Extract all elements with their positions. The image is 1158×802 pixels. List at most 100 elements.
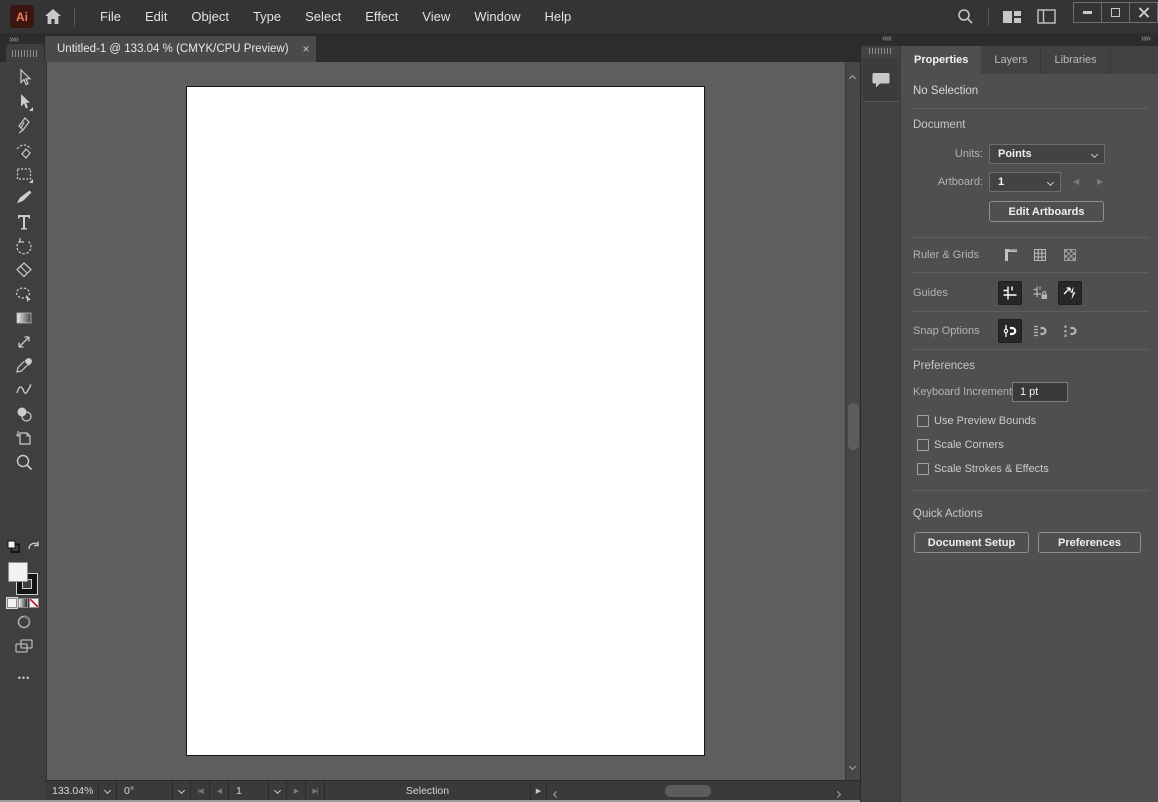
none-button[interactable] <box>29 598 39 608</box>
menu-view[interactable]: View <box>410 0 462 33</box>
rotation-dropdown-icon[interactable] <box>173 781 191 800</box>
snap-to-point-button[interactable] <box>1058 319 1082 343</box>
selection-tool[interactable] <box>12 68 36 88</box>
fill-swatch[interactable] <box>8 562 28 582</box>
first-artboard-button[interactable]: |◀ <box>191 781 210 800</box>
smart-guides-button[interactable] <box>1058 281 1082 305</box>
rotation-field[interactable]: 0° <box>117 781 173 800</box>
edit-artboards-button[interactable]: Edit Artboards <box>989 201 1104 222</box>
menu-window[interactable]: Window <box>462 0 532 33</box>
scroll-up-icon[interactable] <box>848 68 857 86</box>
artboard-number-field[interactable]: 1 <box>229 781 269 800</box>
zoom-tool[interactable] <box>12 452 36 472</box>
collapse-dock-icon[interactable]: «« <box>882 33 892 44</box>
menu-edit[interactable]: Edit <box>133 0 179 33</box>
paintbrush-tool[interactable] <box>12 188 36 208</box>
menu-file[interactable]: File <box>88 0 133 33</box>
scroll-down-icon[interactable] <box>848 756 857 774</box>
keyboard-increment-label: Keyboard Increment: <box>913 386 1016 398</box>
swap-fill-stroke-icon[interactable] <box>27 540 40 552</box>
snap-to-glyph-button[interactable] <box>1028 319 1052 343</box>
free-transform-tool[interactable] <box>12 332 36 352</box>
keyboard-increment-field[interactable]: 1 pt <box>1012 382 1068 402</box>
scroll-left-icon[interactable] <box>552 788 561 800</box>
tab-layers[interactable]: Layers <box>981 46 1042 74</box>
artboard-dropdown[interactable]: 1 <box>989 172 1061 192</box>
document-setup-button[interactable]: Document Setup <box>914 532 1029 553</box>
previous-artboard-icon[interactable]: ◀ <box>1073 177 1079 186</box>
document-tab[interactable]: Untitled-1 @ 133.04 % (CMYK/CPU Preview)… <box>45 36 316 62</box>
next-artboard-icon[interactable]: ▶ <box>1097 177 1103 186</box>
icon-dock-column <box>860 46 900 802</box>
curvature-tool[interactable] <box>12 140 36 160</box>
zoom-level-dropdown-icon[interactable] <box>99 781 117 800</box>
next-artboard-button[interactable]: ▶ <box>287 781 306 800</box>
pen-tool-icon <box>17 117 30 134</box>
arrange-documents-button[interactable] <box>1029 0 1063 33</box>
direct-selection-tool[interactable] <box>12 92 36 112</box>
last-artboard-button[interactable]: ▶| <box>306 781 325 800</box>
menu-help[interactable]: Help <box>532 0 583 33</box>
first-icon: |◀ <box>197 787 203 795</box>
menu-object[interactable]: Object <box>179 0 241 33</box>
expand-dock-icon[interactable]: »» <box>1141 33 1151 44</box>
scroll-right-icon[interactable] <box>833 788 842 800</box>
previous-artboard-button[interactable]: ◀ <box>210 781 229 800</box>
eraser-tool[interactable] <box>12 260 36 280</box>
gradient-tool[interactable] <box>12 308 36 328</box>
show-transparency-grid-button[interactable] <box>1058 243 1082 267</box>
show-rulers-button[interactable] <box>998 243 1022 267</box>
home-button[interactable] <box>42 6 64 27</box>
drawing-modes-button[interactable] <box>13 612 35 632</box>
edit-toolbar-button[interactable]: ••• <box>13 668 35 688</box>
comments-panel-button[interactable] <box>863 58 899 102</box>
show-grid-button[interactable] <box>1028 243 1052 267</box>
lock-guides-button[interactable] <box>1028 281 1052 305</box>
tab-libraries[interactable]: Libraries <box>1041 46 1111 74</box>
minimize-button[interactable] <box>1073 2 1102 23</box>
canvas-pasteboard[interactable] <box>47 62 845 780</box>
search-button[interactable] <box>948 0 982 33</box>
scale-strokes-effects-checkbox[interactable] <box>917 463 929 475</box>
screen-mode-button[interactable] <box>13 636 35 656</box>
horizontal-scrollbar-thumb[interactable] <box>665 785 711 797</box>
document-tab-close-icon[interactable]: × <box>303 43 310 55</box>
pen-tool[interactable] <box>12 116 36 136</box>
rotate-tool[interactable] <box>12 236 36 256</box>
show-guides-button[interactable] <box>998 281 1022 305</box>
toolbar-grip[interactable] <box>6 44 44 62</box>
menu-select[interactable]: Select <box>293 0 353 33</box>
type-tool[interactable] <box>12 212 36 232</box>
default-fill-stroke-icon[interactable] <box>7 540 20 553</box>
artboard[interactable] <box>186 86 705 756</box>
gradient-button[interactable] <box>18 598 28 608</box>
horizontal-scrollbar[interactable] <box>547 781 860 800</box>
maximize-button[interactable] <box>1101 2 1130 23</box>
snap-to-grid-button[interactable] <box>998 319 1022 343</box>
artboard-label: Artboard: <box>937 176 983 188</box>
scale-corners-checkbox[interactable] <box>917 439 929 451</box>
artboard-dropdown-icon[interactable] <box>269 781 287 800</box>
maximize-icon <box>1111 8 1120 17</box>
rectangle-tool[interactable] <box>12 164 36 184</box>
use-preview-bounds-checkbox[interactable] <box>917 415 929 427</box>
preferences-button[interactable]: Preferences <box>1038 532 1141 553</box>
tab-properties[interactable]: Properties <box>901 46 982 74</box>
artboard-tool[interactable] <box>12 428 36 448</box>
vertical-scrollbar[interactable] <box>845 62 860 780</box>
shape-builder-tool[interactable] <box>12 404 36 424</box>
color-button[interactable] <box>7 598 17 608</box>
eyedropper-tool[interactable] <box>12 356 36 376</box>
menu-effect[interactable]: Effect <box>353 0 410 33</box>
units-dropdown[interactable]: Points <box>989 144 1105 164</box>
workspace-switcher-button[interactable] <box>995 0 1029 33</box>
menu-type[interactable]: Type <box>241 0 293 33</box>
edit-artboards-label: Edit Artboards <box>1008 205 1085 218</box>
shaper-tool[interactable] <box>12 380 36 400</box>
dock-grip-icon[interactable] <box>869 48 893 54</box>
vertical-scrollbar-thumb[interactable] <box>848 403 859 450</box>
zoom-level-field[interactable]: 133.04% <box>45 781 99 800</box>
close-window-button[interactable] <box>1129 2 1158 23</box>
lasso-tool[interactable] <box>12 284 36 304</box>
status-options-button[interactable]: ▶ <box>531 781 547 800</box>
